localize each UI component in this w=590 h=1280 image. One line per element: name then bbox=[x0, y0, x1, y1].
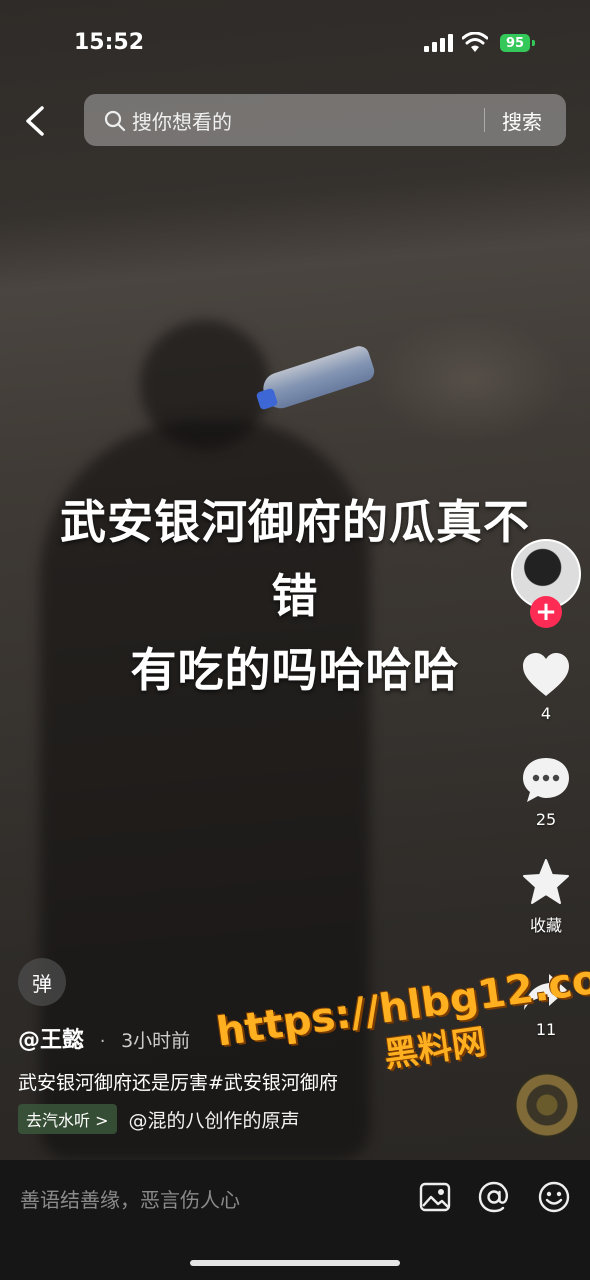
comment-button[interactable]: 25 bbox=[516, 756, 576, 829]
music-disc[interactable] bbox=[514, 1072, 580, 1138]
wifi-icon bbox=[462, 32, 488, 52]
battery-level: 95 bbox=[505, 35, 525, 51]
like-count: 4 bbox=[540, 704, 552, 723]
comment-input[interactable]: 善语结善缘，恶言伤人心 bbox=[20, 1184, 240, 1213]
search-divider bbox=[484, 108, 485, 132]
search-icon bbox=[104, 110, 126, 132]
signal-icon bbox=[424, 34, 453, 52]
search-input[interactable]: 搜你想看的 bbox=[132, 106, 232, 135]
music-title[interactable]: @混的八创作的原声 bbox=[129, 1106, 300, 1133]
post-meta: @王懿 · 3小时前 bbox=[18, 1022, 190, 1054]
caption-line-3: 有吃的吗哈哈哈 bbox=[130, 643, 460, 697]
home-indicator bbox=[190, 1260, 400, 1266]
star-icon bbox=[523, 859, 569, 904]
status-bar: 15:52 95 bbox=[0, 0, 590, 86]
like-button[interactable]: 4 bbox=[516, 652, 576, 723]
battery-tip bbox=[532, 40, 535, 46]
image-icon[interactable] bbox=[418, 1180, 452, 1214]
favorite-button[interactable]: 收藏 bbox=[516, 858, 576, 936]
at-icon[interactable] bbox=[477, 1180, 511, 1214]
search-bar[interactable]: 搜你想看的 搜索 bbox=[84, 94, 566, 146]
danmu-button[interactable]: 弹 bbox=[18, 958, 66, 1006]
comment-count: 25 bbox=[535, 810, 557, 829]
listen-chip[interactable]: 去汽水听 > bbox=[18, 1104, 117, 1134]
comment-icon bbox=[523, 758, 569, 802]
author-name[interactable]: @王懿 bbox=[18, 1028, 84, 1053]
back-icon[interactable] bbox=[22, 104, 50, 138]
heart-icon bbox=[523, 653, 569, 696]
comment-bar: 善语结善缘，恶言伤人心 bbox=[0, 1160, 590, 1280]
post-time: 3小时前 bbox=[121, 1030, 191, 1052]
music-row: 去汽水听 > @混的八创作的原声 bbox=[18, 1104, 300, 1134]
battery-icon: 95 bbox=[500, 34, 530, 52]
follow-button[interactable]: + bbox=[530, 596, 562, 628]
search-button[interactable]: 搜索 bbox=[502, 106, 542, 135]
caption-line-2: 错 bbox=[271, 569, 319, 623]
video-caption: 武安银河御府的瓜真不 错 有吃的吗哈哈哈 bbox=[0, 480, 590, 712]
emoji-icon[interactable] bbox=[537, 1180, 571, 1214]
caption-line-1: 武安银河御府的瓜真不 bbox=[60, 495, 530, 549]
meta-separator: · bbox=[99, 1031, 106, 1052]
status-time: 15:52 bbox=[74, 30, 145, 55]
favorite-label: 收藏 bbox=[529, 916, 562, 935]
